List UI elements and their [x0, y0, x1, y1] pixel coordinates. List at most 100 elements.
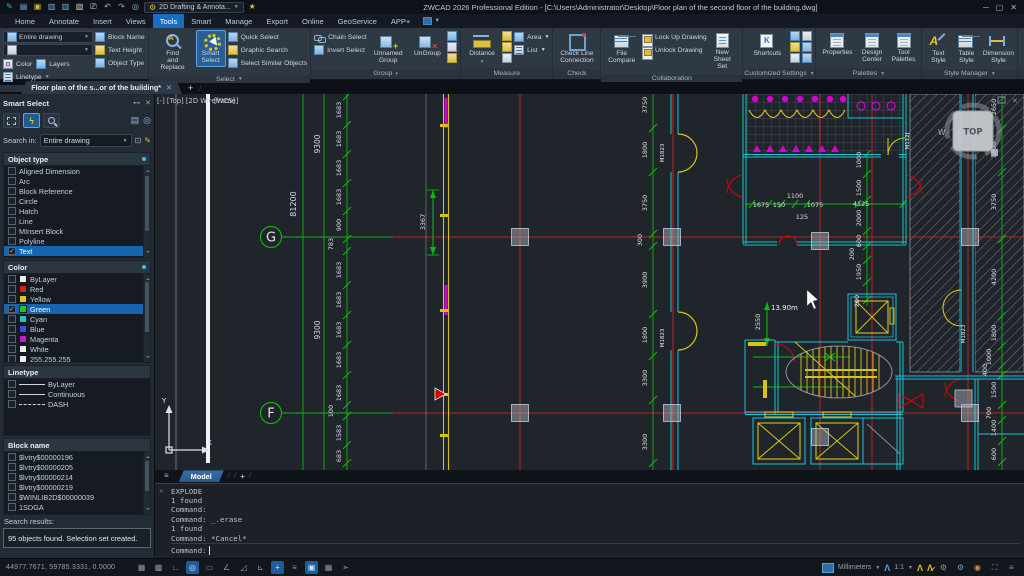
command-close-icon[interactable]: ✕: [159, 487, 163, 495]
new-sheet-set-button[interactable]: New Sheet Set: [705, 30, 740, 73]
auto-scale-icon[interactable]: Λ̷: [927, 563, 933, 573]
list-item[interactable]: $lvtry$00000219: [4, 482, 150, 492]
clean-screen-icon[interactable]: ⛶: [988, 561, 1001, 574]
status-menu-icon[interactable]: ≡: [1005, 561, 1018, 574]
chain-select-button[interactable]: Chain Select: [314, 31, 367, 43]
command-window[interactable]: ✕ EXPLODE 1 found Command: Command: _.er…: [155, 483, 1024, 558]
list-item[interactable]: Block Reference: [4, 186, 150, 196]
units-value[interactable]: Millimeters: [838, 564, 871, 571]
cycle-icon[interactable]: ▦: [322, 561, 335, 574]
list-item[interactable]: Line: [4, 216, 150, 226]
workspace-switcher[interactable]: ⚙ 2D Drafting & Annota... ▼: [144, 2, 244, 13]
redo-icon[interactable]: ↷: [116, 2, 127, 12]
command-input[interactable]: Command:: [171, 543, 1020, 556]
filter-value-input[interactable]: ▼: [3, 44, 93, 56]
filter-color-button[interactable]: Color: [3, 58, 32, 70]
preview-search-button[interactable]: [43, 113, 60, 128]
filter-layers-button[interactable]: Layers: [36, 58, 69, 70]
print-icon[interactable]: ⎚: [88, 2, 99, 12]
close-button[interactable]: ✕: [1010, 3, 1017, 12]
panel-pin-icon[interactable]: ⊷: [133, 99, 140, 107]
pick-objects-button[interactable]: [3, 113, 20, 128]
settings-gear-icon[interactable]: ⚙: [954, 561, 967, 574]
workspace-gear-icon[interactable]: ⚙̣: [937, 561, 950, 574]
custom-lisp-icon[interactable]: [802, 31, 812, 41]
snap-icon[interactable]: ▩: [152, 561, 165, 574]
list-item[interactable]: Cyan: [4, 314, 150, 324]
quick-select-button[interactable]: Quick Select: [228, 31, 307, 43]
tab-annotate[interactable]: Annotate: [42, 14, 86, 28]
design-center-button[interactable]: Design Center: [857, 30, 886, 66]
list-item-selected[interactable]: ✓Text: [4, 246, 150, 256]
ungroup-button[interactable]: UnGroup: [410, 30, 445, 60]
help-icon[interactable]: ◎: [130, 2, 141, 12]
tab-export[interactable]: Export: [259, 14, 295, 28]
list-item-selected[interactable]: ✓Green: [4, 304, 150, 314]
linetype-list[interactable]: ByLayer Continuous DASH: [3, 378, 151, 436]
scrollbar[interactable]: [143, 452, 150, 514]
list-item[interactable]: Blue: [4, 324, 150, 334]
brush-icon[interactable]: ✎: [144, 136, 151, 145]
copy-icon[interactable]: ▧: [74, 2, 85, 12]
select-cycling-icon[interactable]: ➣: [339, 561, 352, 574]
distance-button[interactable]: Distance▼: [464, 30, 500, 66]
osnap-icon[interactable]: ◎: [186, 561, 199, 574]
selected-white-line[interactable]: [206, 94, 210, 463]
text-style-button[interactable]: Text Style: [925, 30, 951, 67]
properties-button[interactable]: Properties: [819, 30, 855, 59]
dimension-style-button[interactable]: Dimension Style: [981, 30, 1015, 67]
quick-measure-icon[interactable]: [502, 31, 512, 41]
group-label-collaboration[interactable]: Collaboration: [601, 75, 742, 82]
list-item[interactable]: Aligned Dimension: [4, 166, 150, 176]
undo-icon[interactable]: ↶: [102, 2, 113, 12]
file-compare-button[interactable]: File Compare: [604, 30, 639, 67]
list-item[interactable]: Continuous: [4, 389, 150, 399]
tab-insert[interactable]: Insert: [86, 14, 119, 28]
object-type-list[interactable]: Aligned Dimension Arc Block Reference Ci…: [3, 165, 151, 258]
otrack-icon[interactable]: ◿: [237, 561, 250, 574]
group-label-customized[interactable]: Customized Settings▼: [743, 68, 815, 79]
invert-select-button[interactable]: Invert Select: [314, 44, 367, 56]
filter-scope-select[interactable]: Entire drawing▼: [3, 31, 93, 43]
radius-measure-icon[interactable]: [502, 53, 512, 63]
quick-properties-icon[interactable]: ▣: [305, 561, 318, 574]
shortcuts-button[interactable]: Shortcuts: [746, 30, 788, 60]
dyn-input-icon[interactable]: +: [271, 561, 284, 574]
list-item[interactable]: ByLayer: [4, 379, 150, 389]
list-item[interactable]: $lvtry$00000196: [4, 452, 150, 462]
annotation-visibility-icon[interactable]: Λ: [917, 563, 923, 573]
viewcube-top-face[interactable]: TOP: [963, 128, 982, 138]
new-layout-button[interactable]: +: [240, 472, 245, 481]
custom-alias-icon[interactable]: [790, 42, 800, 52]
list-item[interactable]: White: [4, 344, 150, 354]
list-item[interactable]: ByLayer: [4, 274, 150, 284]
list-item[interactable]: Hatch: [4, 206, 150, 216]
list-item[interactable]: Yellow: [4, 294, 150, 304]
tool-palettes-button[interactable]: Tool Palettes: [889, 30, 919, 66]
angle-measure-icon[interactable]: [502, 42, 512, 52]
list-item[interactable]: Polyline: [4, 236, 150, 246]
smart-match-button[interactable]: ϟ: [23, 113, 40, 128]
grid-icon[interactable]: ▦: [135, 561, 148, 574]
color-list[interactable]: ByLayer Red Yellow ✓Green Cyan Blue Mage…: [3, 273, 151, 363]
group-edit-icon[interactable]: [447, 31, 457, 41]
tab-geoservice[interactable]: GeoService: [331, 14, 384, 28]
list-item[interactable]: MInsert Block: [4, 226, 150, 236]
filter-text-height-button[interactable]: Text Height: [95, 44, 145, 56]
filter-block-name-button[interactable]: Block Name: [95, 31, 145, 43]
list-item[interactable]: Circle: [4, 196, 150, 206]
custom-import-icon[interactable]: [802, 53, 812, 63]
list-item[interactable]: Red: [4, 284, 150, 294]
list-item[interactable]: 255,255,255: [4, 354, 150, 363]
area-button[interactable]: Area▼: [514, 31, 549, 43]
scrollbar[interactable]: [143, 274, 150, 362]
polar-icon[interactable]: ∠: [220, 561, 233, 574]
block-name-list[interactable]: $lvtry$00000196 $lvtry$00000205 $lvtry$0…: [3, 451, 151, 515]
maximize-button[interactable]: ▢: [996, 3, 1004, 12]
save-icon[interactable]: ▥: [46, 2, 57, 12]
lineweight-icon[interactable]: ▭: [203, 561, 216, 574]
ribbon-display-toggle[interactable]: ▼: [417, 14, 446, 28]
document-tab-close-icon[interactable]: ✕: [166, 84, 172, 92]
list-item[interactable]: DASH: [4, 399, 150, 409]
custom-macro-icon[interactable]: [802, 42, 812, 52]
